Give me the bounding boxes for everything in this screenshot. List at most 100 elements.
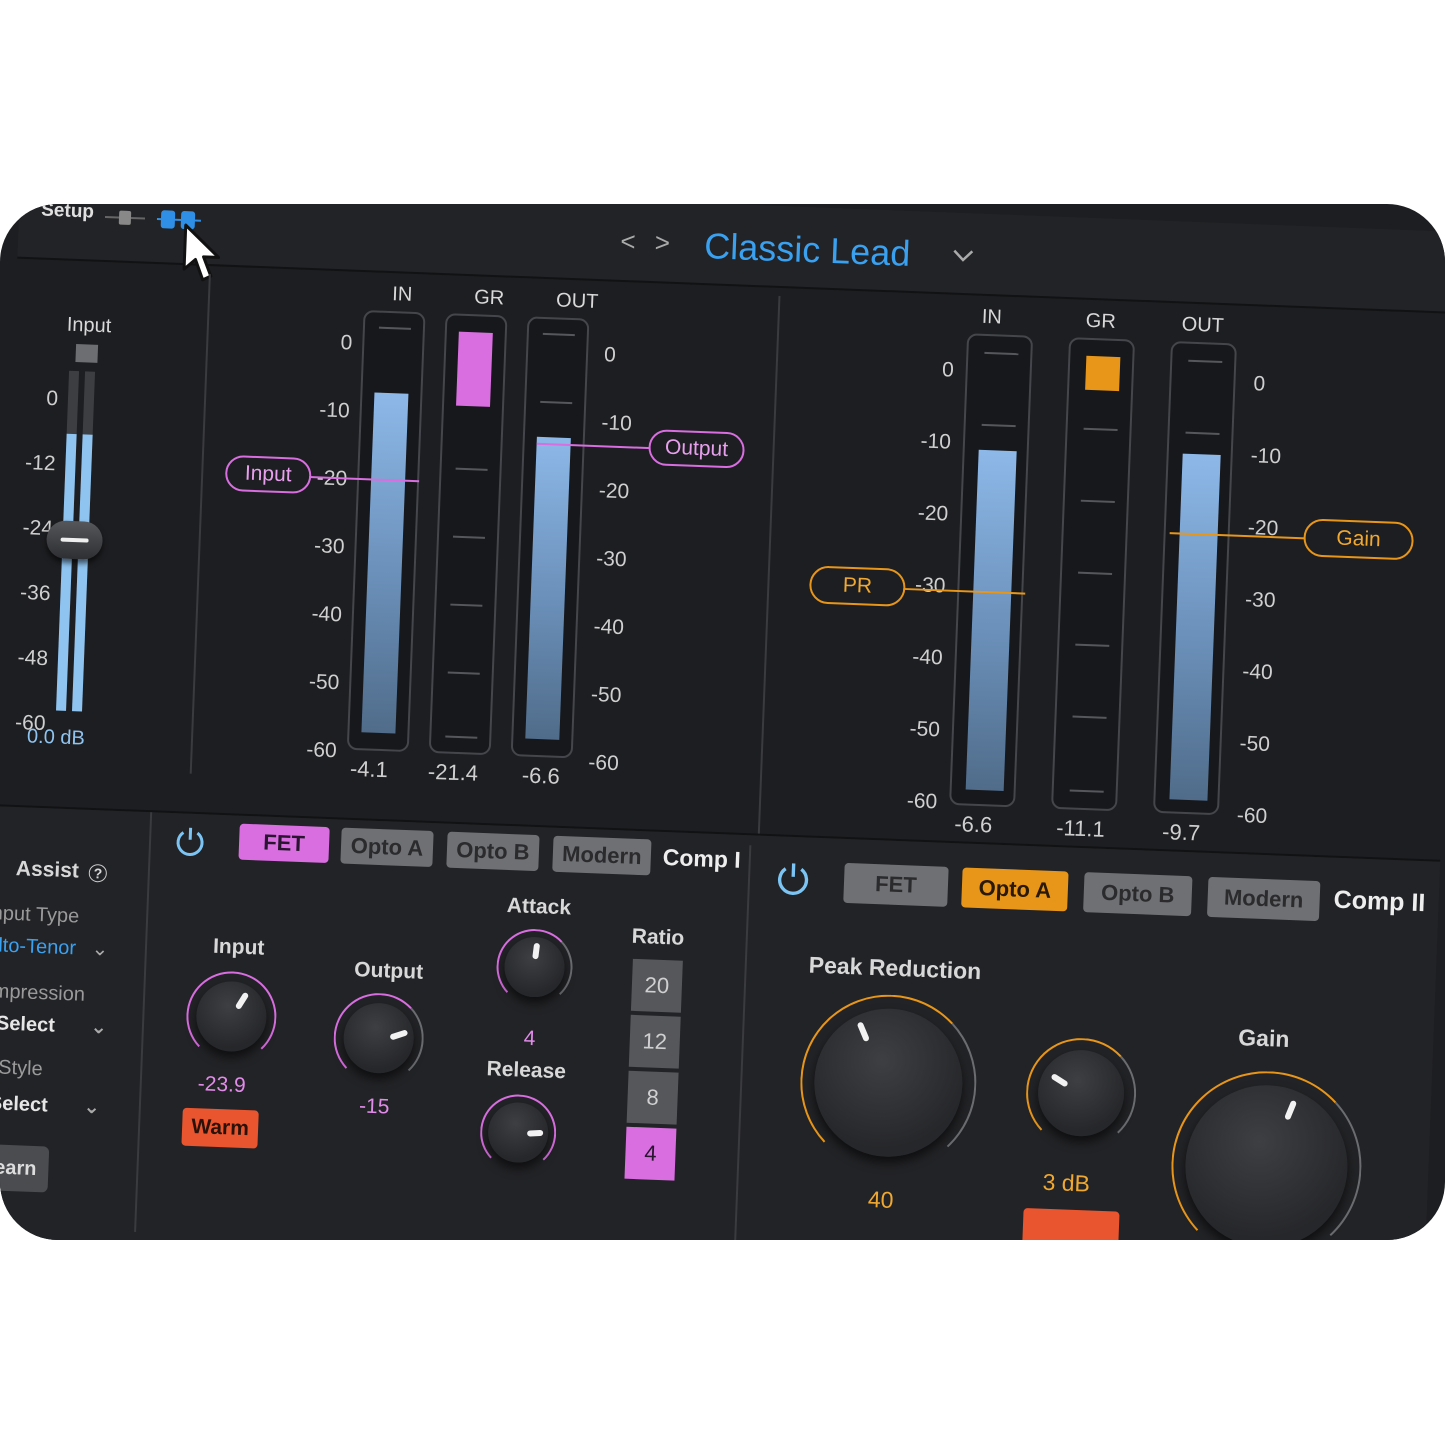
scale-tick-label: -60 (906, 789, 938, 814)
comp1-gr-label: GR (473, 286, 505, 310)
scale-tick-label: -50 (1239, 731, 1271, 757)
chevron-down-icon: ⌄ (91, 938, 109, 961)
comp2-gr-level (1085, 355, 1121, 392)
scale-tick-label: -50 (590, 683, 622, 708)
comp2-mid-value: 3 dB (1042, 1168, 1091, 1197)
meters-divider (757, 295, 781, 836)
input-threshold-tag[interactable]: Input (224, 454, 312, 495)
chevron-down-icon[interactable] (952, 249, 975, 264)
mouse-cursor-icon (182, 223, 221, 282)
comp1-gr-meter (428, 313, 508, 756)
scale-tick-label: -10 (318, 398, 351, 423)
gain-tag[interactable]: Gain (1302, 518, 1415, 561)
sidebar-input-label: Input (66, 313, 112, 338)
comp1-out-level (525, 436, 571, 740)
preset-name[interactable]: Classic Lead (704, 225, 912, 275)
comp2-title: Comp II (1333, 885, 1426, 918)
comp1-output-label: Output (353, 958, 424, 984)
comp2-warm-button[interactable] (1022, 1208, 1120, 1240)
peak-reduction-value: 40 (867, 1186, 894, 1213)
fader-tick-label: -12 (24, 451, 56, 476)
scale-tick-label: 0 (941, 358, 955, 382)
scale-tick-label: -10 (1250, 444, 1282, 469)
comp2-type-opto-a[interactable]: Opto A (961, 867, 1069, 912)
fader-tick-label: -24 (22, 516, 54, 541)
input-type-select[interactable]: Alto-Tenor ⌄ (0, 932, 109, 962)
comp1-input-value: -23.9 (197, 1072, 247, 1098)
comp1-gr-readout: -21.4 (427, 758, 479, 786)
input-type-label: Input Type (0, 901, 80, 928)
assist-label: Assist ? (15, 857, 108, 884)
scale-tick-label: -20 (598, 479, 630, 504)
comp2-gr-label: GR (1085, 309, 1117, 333)
input-fader-handle[interactable] (45, 520, 104, 561)
comp2-type-modern[interactable]: Modern (1206, 876, 1321, 922)
input-type-value: Alto-Tenor (0, 933, 77, 960)
chevron-down-icon: ⌄ (82, 1095, 101, 1119)
style-value: Select (0, 1092, 49, 1117)
comp1-in-readout: -4.1 (349, 755, 389, 783)
scale-tick-label: -50 (308, 670, 340, 695)
comp2-in-level (965, 449, 1017, 791)
style-label: Style (0, 1056, 44, 1081)
comp2-type-fet[interactable]: FET (843, 862, 949, 907)
comp2-in-readout: -6.6 (953, 811, 993, 838)
single-view-icon[interactable] (104, 210, 146, 226)
comp1-type-opto-a[interactable]: Opto A (340, 827, 434, 868)
comp1-out-label: OUT (555, 289, 599, 314)
fader-peak-indicator (75, 344, 99, 363)
comp1-output-value: -15 (358, 1094, 390, 1119)
scale-tick-label: -30 (313, 534, 345, 559)
comp2-in-meter (949, 333, 1034, 808)
scale-tick-label: -20 (1247, 516, 1279, 541)
fader-tick-label: 0 (45, 386, 59, 411)
comp1-in-level (361, 392, 409, 734)
scale-tick-label: 0 (340, 331, 353, 355)
comp1-attack-value: 4 (523, 1026, 536, 1051)
comp1-in-label: IN (391, 283, 413, 306)
comp1-gr-level (456, 331, 493, 407)
comp2-power-icon[interactable] (773, 858, 812, 897)
comp1-power-icon[interactable] (172, 823, 207, 858)
ratio-8-button[interactable]: 8 (626, 1070, 679, 1125)
comp2-out-level (1169, 453, 1221, 801)
setup-label[interactable]: Setup (41, 204, 95, 224)
ratio-20-button[interactable]: 20 (630, 958, 683, 1013)
ratio-12-button[interactable]: 12 (628, 1014, 681, 1069)
fader-value: 0.0 dB (26, 725, 86, 750)
peak-reduction-tag[interactable]: PR (808, 565, 907, 608)
comp2-out-label: OUT (1181, 313, 1225, 338)
scale-tick-label: -50 (909, 717, 941, 742)
comp1-type-opto-b[interactable]: Opto B (446, 831, 540, 872)
scale-tick-label: -40 (911, 645, 944, 670)
sidebar-divider (189, 274, 211, 774)
scale-tick-label: -40 (311, 602, 343, 627)
output-level-tag[interactable]: Output (647, 429, 746, 469)
fader-tick-label: -36 (19, 581, 51, 606)
comp2-in-label: IN (981, 305, 1003, 329)
comp1-out-meter (510, 316, 590, 759)
comp2-scale-right: 0 -10 -20 -30 -40 -50 -60 (1235, 348, 1304, 854)
scale-tick-label: -10 (920, 429, 952, 454)
comp1-type-modern[interactable]: Modern (552, 835, 652, 876)
comp1-ratio-label: Ratio (631, 924, 685, 950)
comp2-type-opto-b[interactable]: Opto B (1083, 872, 1193, 917)
compression-select[interactable]: Select ⌄ (0, 1010, 108, 1039)
help-icon[interactable]: ? (88, 863, 108, 883)
comp1-attack-label: Attack (506, 893, 572, 920)
style-select[interactable]: Select ⌄ (0, 1090, 101, 1119)
scale-tick-label: 0 (1253, 372, 1266, 396)
fader-level-right (72, 434, 93, 712)
learn-button[interactable]: Learn (0, 1142, 50, 1193)
comp1-in-meter (346, 310, 426, 753)
chevron-down-icon: ⌄ (89, 1016, 108, 1039)
comp1-title: Comp I (662, 843, 742, 873)
comp1-release-label: Release (486, 1057, 567, 1084)
fader-tick-label: -48 (17, 645, 49, 671)
comp1-warm-button[interactable]: Warm (181, 1107, 259, 1149)
ratio-4-button[interactable]: 4 (624, 1126, 677, 1181)
learn-label: Learn (0, 1156, 37, 1181)
preset-prev-next[interactable]: < > (620, 226, 677, 259)
scale-tick-label: -20 (917, 501, 949, 526)
comp1-type-fet[interactable]: FET (238, 823, 330, 864)
